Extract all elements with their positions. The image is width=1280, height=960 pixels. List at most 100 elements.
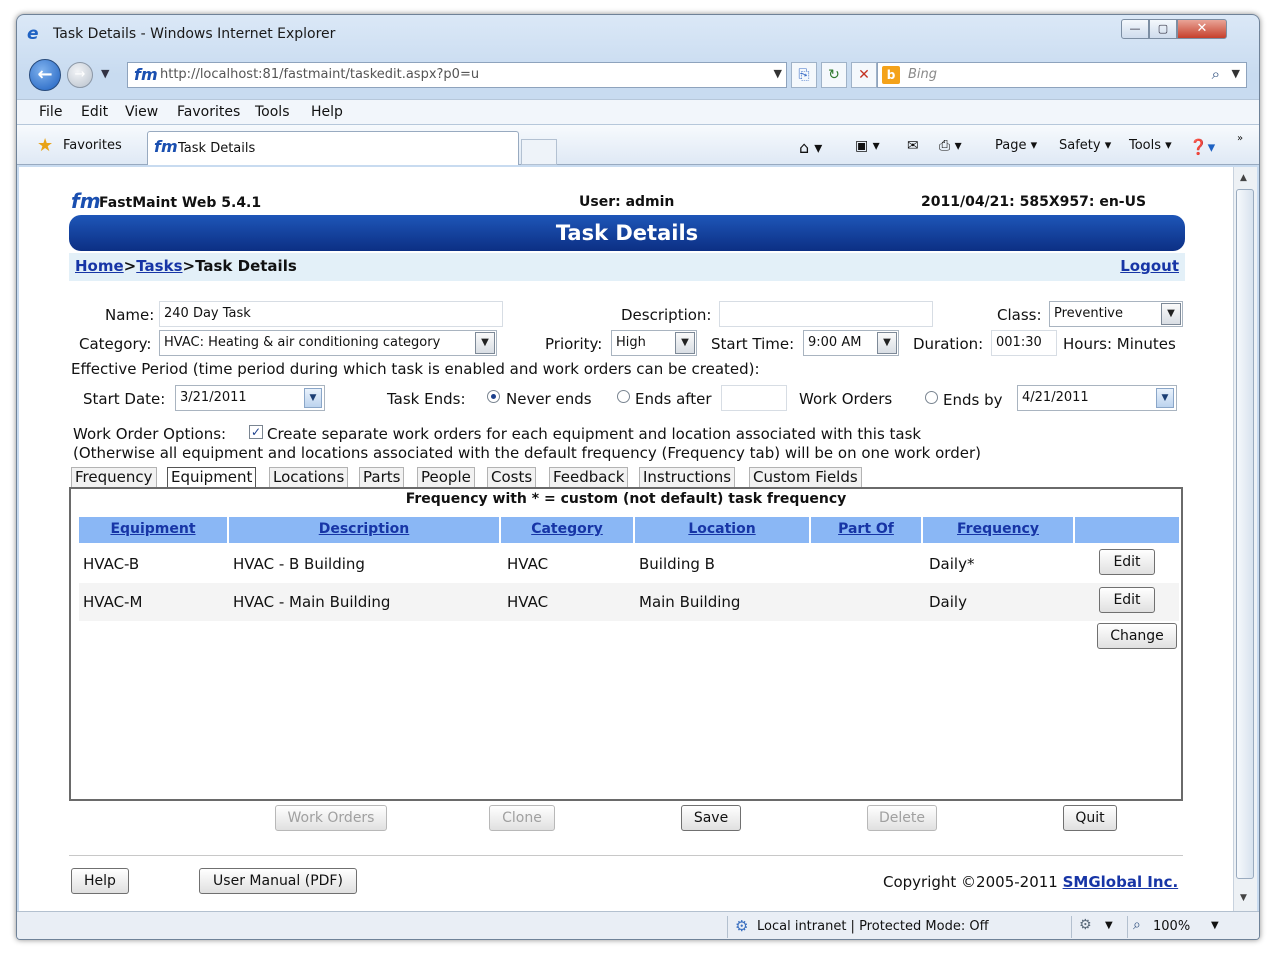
menu-edit[interactable]: Edit bbox=[81, 104, 108, 120]
menu-view[interactable]: View bbox=[125, 104, 158, 120]
address-url[interactable]: http://localhost:81/fastmaint/taskedit.a… bbox=[160, 67, 479, 82]
scroll-down-icon[interactable]: ▼ bbox=[1240, 893, 1247, 903]
tab-equipment[interactable]: Equipment bbox=[167, 467, 257, 488]
chevron-down-icon[interactable]: ▼ bbox=[1211, 920, 1219, 931]
mail-icon[interactable]: ✉ bbox=[907, 138, 919, 154]
tab-locations[interactable]: Locations bbox=[269, 467, 349, 487]
page-menu[interactable]: Page ▾ bbox=[995, 138, 1037, 153]
description-field[interactable] bbox=[719, 301, 933, 327]
column-header-location[interactable]: Location bbox=[635, 517, 811, 543]
address-dropdown-icon[interactable]: ▼ bbox=[774, 67, 782, 80]
ie-logo-icon: e bbox=[27, 24, 39, 44]
class-select[interactable]: Preventive ▼ bbox=[1049, 301, 1183, 327]
ends-by-value: 4/21/2011 bbox=[1022, 390, 1089, 405]
edit-button[interactable]: Edit bbox=[1099, 587, 1155, 613]
back-button[interactable]: ← bbox=[29, 59, 61, 91]
chevron-down-icon[interactable]: ▼ bbox=[877, 332, 897, 354]
forward-button[interactable]: → bbox=[67, 62, 93, 88]
delete-button[interactable]: Delete bbox=[867, 805, 937, 831]
tab-parts[interactable]: Parts bbox=[359, 467, 405, 487]
safety-menu[interactable]: Safety ▾ bbox=[1059, 138, 1111, 153]
home-icon[interactable]: ⌂ ▾ bbox=[799, 138, 822, 157]
close-button[interactable]: ✕ bbox=[1177, 19, 1227, 39]
minimize-button[interactable]: — bbox=[1121, 19, 1149, 39]
start-date-picker[interactable]: 3/21/2011 ▼ bbox=[175, 385, 325, 411]
column-header-equipment[interactable]: Equipment bbox=[79, 517, 229, 543]
chevron-down-icon[interactable]: ▼ bbox=[304, 388, 322, 408]
refresh-icon[interactable]: ↻ bbox=[821, 62, 847, 88]
security-zone-text[interactable]: Local intranet | Protected Mode: Off bbox=[757, 919, 989, 934]
chevron-down-icon[interactable]: ▼ bbox=[1161, 303, 1181, 325]
address-bar[interactable]: fm http://localhost:81/fastmaint/taskedi… bbox=[127, 62, 787, 88]
ends-after-radio[interactable] bbox=[617, 390, 630, 403]
print-icon[interactable]: ⎙ ▾ bbox=[939, 138, 962, 154]
chevron-down-icon[interactable]: ▼ bbox=[1105, 920, 1113, 931]
compatibility-view-icon[interactable]: ⎘ bbox=[791, 62, 817, 88]
logout-link[interactable]: Logout bbox=[1120, 257, 1179, 275]
breadcrumb: Home>Tasks>Task Details Logout bbox=[69, 253, 1185, 281]
breadcrumb-home-link[interactable]: Home bbox=[75, 257, 124, 275]
scroll-up-icon[interactable]: ▲ bbox=[1240, 173, 1247, 183]
stop-icon[interactable]: ✕ bbox=[851, 62, 877, 88]
ends-after-field[interactable] bbox=[721, 385, 787, 411]
ends-by-radio[interactable] bbox=[925, 391, 938, 404]
help-icon[interactable]: ❓▾ bbox=[1189, 138, 1215, 156]
chevron-down-icon[interactable]: ▼ bbox=[475, 332, 495, 354]
vertical-scrollbar[interactable]: ▲ ▼ bbox=[1233, 167, 1257, 911]
never-ends-radio[interactable] bbox=[487, 390, 500, 403]
column-header-description[interactable]: Description bbox=[229, 517, 501, 543]
menu-file[interactable]: File bbox=[39, 104, 62, 120]
search-dropdown-icon[interactable]: ▼ bbox=[1232, 67, 1240, 80]
search-icon[interactable]: ⌕ bbox=[1212, 65, 1220, 83]
help-button[interactable]: Help bbox=[71, 868, 129, 894]
save-button[interactable]: Save bbox=[681, 805, 741, 831]
start-time-select[interactable]: 9:00 AM ▼ bbox=[803, 330, 899, 356]
clone-button[interactable]: Clone bbox=[489, 805, 555, 831]
priority-select[interactable]: High ▼ bbox=[611, 330, 697, 356]
favorites-button[interactable]: Favorites bbox=[63, 138, 122, 153]
tools-menu[interactable]: Tools ▾ bbox=[1129, 138, 1172, 153]
new-tab-button[interactable] bbox=[521, 139, 557, 165]
company-link[interactable]: SMGlobal Inc. bbox=[1063, 873, 1179, 891]
menu-help[interactable]: Help bbox=[311, 104, 343, 120]
date-info: 2011/04/21: 585X957: en-US bbox=[921, 194, 1147, 210]
duration-field[interactable]: 001:30 bbox=[991, 330, 1057, 356]
menu-favorites[interactable]: Favorites bbox=[177, 104, 240, 120]
chevron-down-icon[interactable]: ▼ bbox=[675, 332, 695, 354]
edit-button[interactable]: Edit bbox=[1099, 549, 1155, 575]
user-manual-button[interactable]: User Manual (PDF) bbox=[199, 868, 357, 894]
more-chevron-icon[interactable]: » bbox=[1237, 133, 1243, 144]
scrollbar-thumb[interactable] bbox=[1236, 189, 1254, 879]
zoom-level[interactable]: 100% bbox=[1153, 919, 1190, 934]
history-dropdown-icon[interactable]: ▼ bbox=[101, 67, 109, 80]
change-button[interactable]: Change bbox=[1097, 623, 1177, 649]
tab-custom-fields[interactable]: Custom Fields bbox=[749, 467, 862, 487]
quit-button[interactable]: Quit bbox=[1063, 805, 1117, 831]
breadcrumb-tasks-link[interactable]: Tasks bbox=[136, 257, 182, 275]
tab-costs[interactable]: Costs bbox=[487, 467, 537, 487]
column-header-category[interactable]: Category bbox=[501, 517, 635, 543]
copyright-text: Copyright ©2005-2011 bbox=[883, 873, 1063, 891]
separate-work-orders-checkbox[interactable]: ✓ bbox=[249, 425, 263, 439]
tab-feedback[interactable]: Feedback bbox=[549, 467, 629, 487]
title-bar: e Task Details - Windows Internet Explor… bbox=[17, 15, 1259, 55]
protected-mode-icon[interactable]: ⚙ bbox=[1079, 917, 1092, 933]
column-header-frequency[interactable]: Frequency bbox=[923, 517, 1075, 543]
tab-frequency[interactable]: Frequency bbox=[71, 467, 157, 487]
chevron-down-icon[interactable]: ▼ bbox=[1156, 388, 1174, 408]
tab-instructions[interactable]: Instructions bbox=[639, 467, 736, 487]
feeds-icon[interactable]: ▣ ▾ bbox=[855, 138, 880, 154]
tab-people[interactable]: People bbox=[417, 467, 475, 487]
work-orders-button[interactable]: Work Orders bbox=[275, 805, 387, 831]
maximize-button[interactable]: ▢ bbox=[1149, 19, 1177, 39]
category-select[interactable]: HVAC: Heating & air conditioning categor… bbox=[159, 330, 497, 356]
name-field[interactable]: 240 Day Task bbox=[159, 301, 503, 327]
favorites-star-icon[interactable]: ★ bbox=[37, 135, 53, 156]
zoom-icon[interactable]: ⌕ bbox=[1133, 917, 1141, 933]
browser-tab-active[interactable]: fm Task Details bbox=[147, 131, 519, 165]
search-input[interactable]: b Bing ⌕ ▼ bbox=[877, 62, 1247, 88]
ends-by-date-picker[interactable]: 4/21/2011 ▼ bbox=[1017, 385, 1177, 411]
priority-label: Priority: bbox=[545, 335, 603, 353]
column-header-part-of[interactable]: Part Of bbox=[811, 517, 923, 543]
menu-tools[interactable]: Tools bbox=[255, 104, 290, 120]
